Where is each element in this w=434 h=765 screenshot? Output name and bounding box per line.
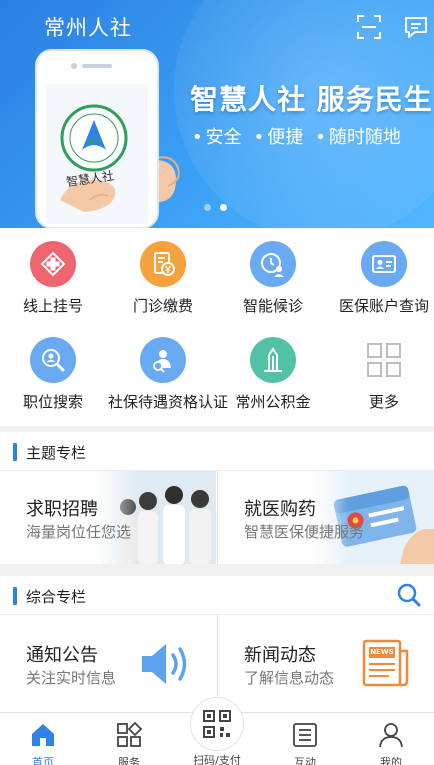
- service-label: 职位搜索: [22, 393, 83, 411]
- service-insurance-account[interactable]: 医保账户查询: [330, 241, 434, 316]
- tab-scan-pay[interactable]: [190, 697, 244, 751]
- phone-illustration: [35, 49, 180, 228]
- services-grid-icon: [117, 721, 143, 747]
- news-badge: NEWS: [370, 648, 394, 656]
- tab-services[interactable]: 服务: [86, 713, 172, 765]
- service-benefit-qualification[interactable]: 社保待遇资格认证: [108, 337, 229, 412]
- service-label: 医保账户查询: [338, 297, 429, 315]
- list-icon: [293, 723, 317, 747]
- general-section-header: 综合专栏: [0, 576, 434, 614]
- carousel-dot-active[interactable]: [220, 204, 227, 211]
- section-title: 主题专栏: [26, 444, 87, 462]
- topics-section-header: 主题专栏: [0, 432, 434, 470]
- tab-label: 服务: [118, 756, 140, 765]
- card-subtitle: 海量岗位任您选: [26, 523, 132, 541]
- banner-tag: 便捷: [254, 123, 303, 149]
- section-accent-bar: [13, 587, 17, 605]
- card-subtitle: 了解信息动态: [244, 669, 335, 687]
- service-grid: 线上挂号 门诊缴费 智能候诊 医保账户查询 职位搜索 社保待遇资格认证 常州公积…: [0, 228, 434, 426]
- banner[interactable]: 智慧人社 常州人社 智慧人社 服务民生 安全 便捷 随时随地: [0, 0, 434, 228]
- service-job-search[interactable]: 职位搜索: [0, 337, 106, 412]
- app-title: 常州人社: [44, 16, 132, 40]
- tab-label: 首页: [32, 756, 54, 765]
- grid-more-icon: [361, 337, 407, 383]
- service-label: 常州公积金: [235, 393, 311, 411]
- section-title: 综合专栏: [26, 588, 87, 606]
- card-title: 通知公告: [26, 645, 98, 666]
- card-title: 求职招聘: [26, 499, 98, 520]
- service-label: 线上挂号: [22, 297, 83, 315]
- tab-label: 互动: [294, 756, 316, 765]
- carousel-dot[interactable]: [204, 204, 211, 211]
- card-news[interactable]: 新闻动态 了解信息动态 NEWS: [218, 615, 434, 712]
- card-subtitle: 关注实时信息: [26, 669, 117, 687]
- card-title: 就医购药: [244, 499, 316, 520]
- section-accent-bar: [13, 443, 17, 461]
- card-job-recruitment[interactable]: 求职招聘 海量岗位任您选: [0, 471, 216, 564]
- card-medical-drugs[interactable]: 就医购药 智慧医保便捷服务: [218, 471, 434, 564]
- service-housing-fund[interactable]: 常州公积金: [218, 337, 328, 412]
- message-icon[interactable]: [403, 14, 429, 40]
- home-icon: [32, 724, 54, 746]
- person-search-icon: [30, 337, 76, 383]
- tab-label: 扫码/支付: [193, 754, 241, 765]
- tab-label: 我的: [380, 756, 402, 765]
- card-notice[interactable]: 通知公告 关注实时信息: [0, 615, 216, 712]
- card-subtitle: 智慧医保便捷服务: [244, 523, 365, 541]
- tab-mine[interactable]: 我的: [348, 713, 434, 765]
- service-label: 智能候诊: [242, 297, 303, 315]
- bill-yuan-icon: [140, 241, 186, 287]
- clock-person-icon: [250, 241, 296, 287]
- service-outpatient-payment[interactable]: 门诊缴费: [108, 241, 218, 316]
- topics-cards: 求职招聘 海量岗位任您选 就医购药 智慧医保便捷服务: [0, 470, 434, 565]
- building-icon: [250, 337, 296, 383]
- scan-icon[interactable]: [356, 14, 382, 40]
- speaker-icon: [142, 644, 187, 684]
- user-icon: [379, 723, 403, 748]
- service-label: 更多: [368, 393, 399, 411]
- tab-home[interactable]: 首页: [0, 713, 86, 765]
- banner-tag: 随时随地: [315, 123, 401, 149]
- service-online-registration[interactable]: 线上挂号: [0, 241, 106, 316]
- banner-tags: 安全 便捷 随时随地: [192, 123, 401, 149]
- service-label: 门诊缴费: [132, 297, 193, 315]
- medical-card-photo: [312, 471, 434, 564]
- hospital-cross-icon: [30, 241, 76, 287]
- id-card-icon: [361, 241, 407, 287]
- person-verify-icon: [140, 337, 186, 383]
- recruitment-photo: [96, 471, 216, 564]
- newspaper-icon: NEWS: [360, 637, 412, 689]
- service-more[interactable]: 更多: [330, 337, 434, 412]
- banner-tag: 安全: [192, 123, 242, 149]
- carousel-dots: [204, 204, 227, 211]
- banner-headline: 智慧人社 服务民生: [190, 83, 433, 116]
- service-label: 社保待遇资格认证: [108, 393, 229, 411]
- search-icon[interactable]: [396, 582, 422, 608]
- card-title: 新闻动态: [244, 645, 316, 666]
- tab-interact[interactable]: 互动: [262, 713, 348, 765]
- qr-code-icon: [203, 710, 231, 738]
- service-smart-waiting[interactable]: 智能候诊: [218, 241, 328, 316]
